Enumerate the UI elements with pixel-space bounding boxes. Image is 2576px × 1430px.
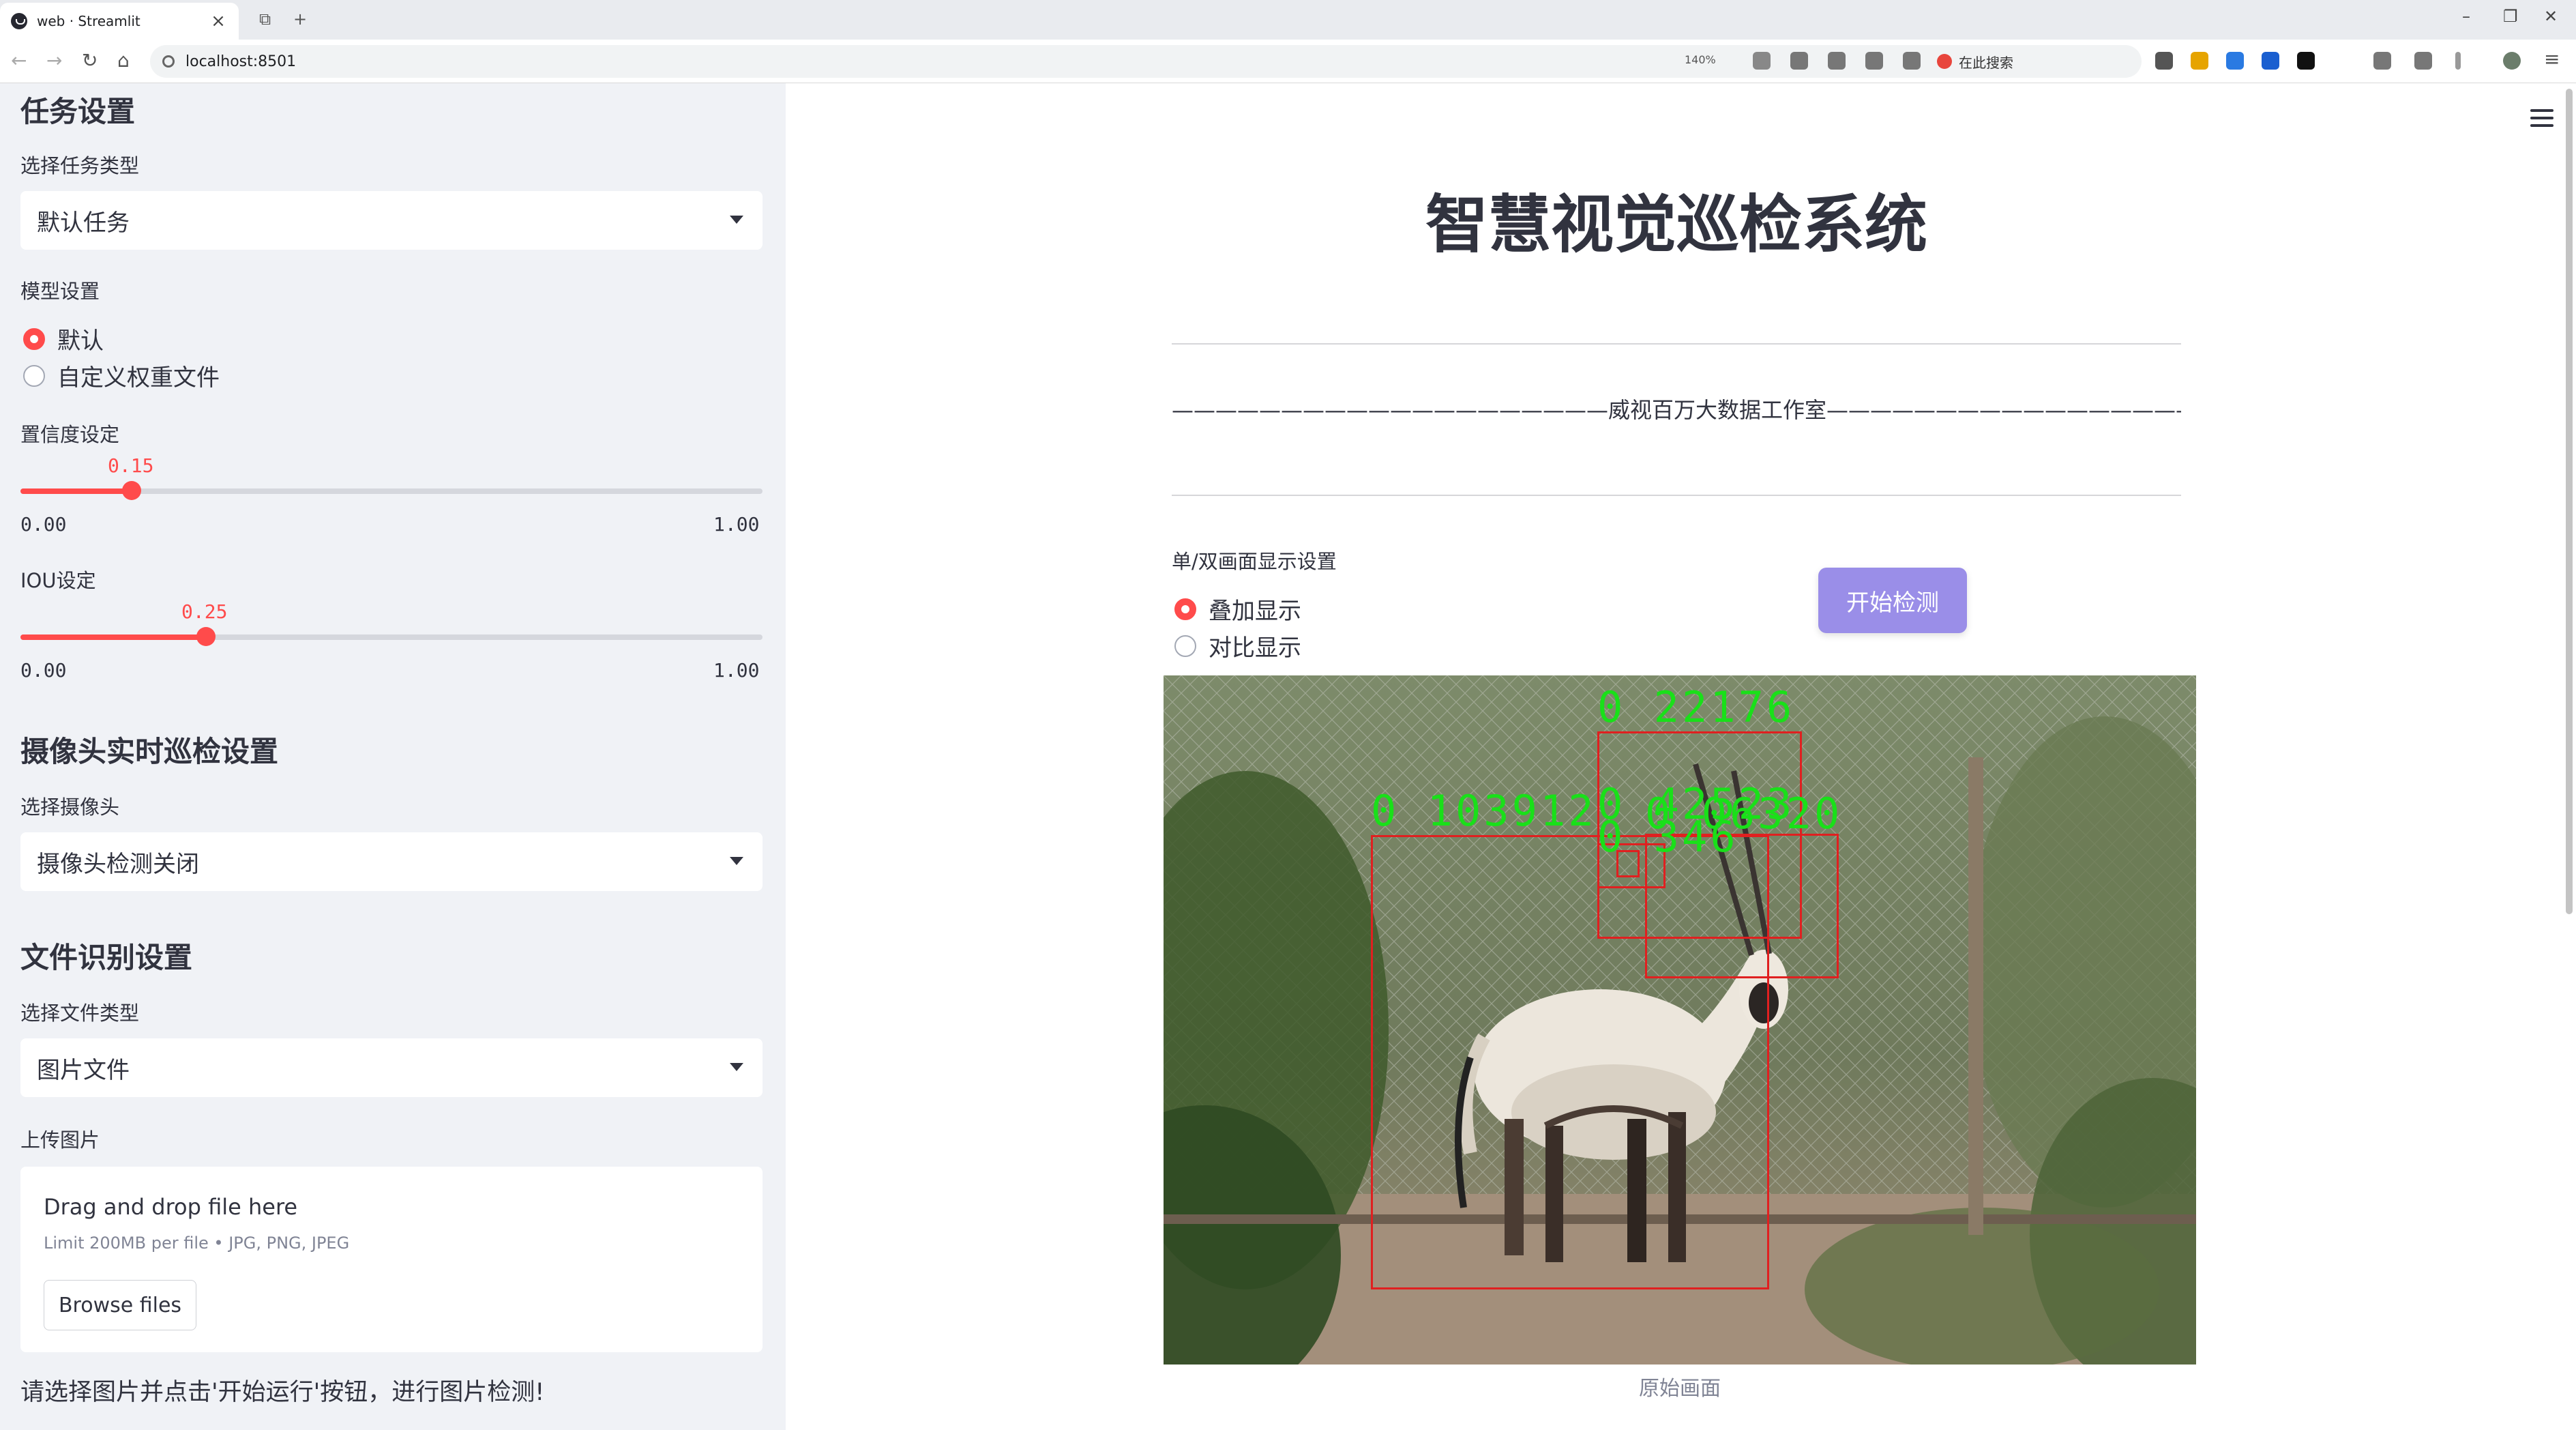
sidebar: 任务设置 选择任务类型 默认任务 模型设置 默认 自定义权重文件 置信度设定 0…	[0, 83, 786, 1430]
browser-tab-bar: web · Streamlit × ⧉ + – ❐ ✕	[0, 0, 2576, 40]
back-icon[interactable]: ←	[11, 49, 27, 72]
lightning-icon[interactable]	[1790, 52, 1808, 70]
radio-label: 默认	[57, 327, 104, 355]
download-icon[interactable]	[2373, 52, 2391, 70]
reader-icon[interactable]	[2155, 52, 2173, 70]
uploader-title: Drag and drop file here	[44, 1194, 298, 1220]
screenshot-icon[interactable]	[1828, 52, 1846, 70]
model-settings-label: 模型设置	[20, 280, 100, 303]
tab-group-icon[interactable]: ⧉	[259, 10, 271, 29]
browser-tab[interactable]: web · Streamlit ×	[0, 3, 239, 40]
start-detection-button[interactable]: 开始检测	[1818, 568, 1967, 633]
iou-slider-thumb[interactable]	[196, 627, 216, 646]
radio-unselected-icon	[23, 364, 45, 387]
streamlit-favicon-icon	[11, 13, 27, 29]
uploader-limit: Limit 200MB per file • JPG, PNG, JPEG	[44, 1234, 350, 1253]
detection-result-image: 0 22176 0 103912 0 42523 0 06320 0 346	[1164, 675, 2196, 1365]
radio-label: 对比显示	[1209, 634, 1301, 662]
restore-icon[interactable]: ❐	[2503, 7, 2518, 26]
search-engine-label: 在此搜索	[1959, 54, 2013, 71]
chevron-down-icon	[730, 1063, 743, 1071]
bookmark-star-icon[interactable]	[1903, 52, 1921, 70]
camera-select[interactable]: 摄像头检测关闭	[20, 832, 763, 891]
display-radio-overlay[interactable]: 叠加显示	[1174, 592, 1301, 626]
minimize-icon[interactable]: –	[2462, 7, 2470, 26]
extension-icon[interactable]	[2226, 52, 2244, 70]
radio-label: 叠加显示	[1209, 598, 1301, 625]
camera-label: 选择摄像头	[20, 796, 120, 819]
task-settings-heading: 任务设置	[20, 95, 136, 128]
extension-icon[interactable]	[2191, 52, 2208, 70]
file-settings-heading: 文件识别设置	[20, 941, 193, 974]
search-engine-box[interactable]: 在此搜索	[1937, 45, 2142, 78]
iou-min: 0.00	[20, 659, 67, 682]
confidence-slider-thumb[interactable]	[122, 481, 142, 500]
confidence-min: 0.00	[20, 513, 67, 536]
camera-value: 摄像头检测关闭	[37, 850, 199, 878]
close-window-icon[interactable]: ✕	[2544, 7, 2558, 26]
reload-icon[interactable]: ↻	[82, 49, 98, 72]
share-icon[interactable]	[1865, 52, 1883, 70]
extension-icon[interactable]	[2297, 52, 2315, 70]
radio-selected-icon	[1174, 598, 1196, 620]
hamburger-menu-icon[interactable]	[2530, 109, 2553, 127]
cut-icon[interactable]	[2414, 52, 2432, 70]
image-caption: 原始画面	[1639, 1377, 1721, 1401]
file-uploader-dropzone[interactable]: Drag and drop file here Limit 200MB per …	[20, 1167, 763, 1352]
iou-slider-fill	[20, 634, 206, 640]
model-radio-default[interactable]: 默认	[23, 322, 104, 355]
detection-label: 0 346	[1597, 812, 1738, 862]
iou-slider[interactable]	[20, 627, 763, 646]
file-type-value: 图片文件	[37, 1056, 130, 1084]
iou-max: 1.00	[713, 659, 760, 682]
scrollbar[interactable]	[2566, 89, 2573, 914]
confidence-label: 置信度设定	[20, 423, 120, 446]
divider	[1172, 495, 2181, 496]
page-title: 智慧视觉巡检系统	[1425, 188, 1927, 261]
home-icon[interactable]: ⌂	[117, 49, 130, 72]
tab-close-icon[interactable]: ×	[209, 11, 228, 31]
confidence-slider-fill	[20, 488, 132, 494]
radio-label: 自定义权重文件	[57, 364, 220, 392]
upload-label: 上传图片	[20, 1128, 100, 1152]
zoom-level[interactable]: 140%	[1685, 53, 1716, 66]
detection-label: 0 103912	[1371, 786, 1597, 836]
studio-banner: ————————————————————威视百万大数据工作室——————————…	[1172, 397, 2181, 423]
sidebar-hint: 请选择图片并点击'开始运行'按钮，进行图片检测!	[20, 1379, 545, 1406]
translate-icon[interactable]	[1753, 52, 1771, 70]
search-engine-logo-icon	[1937, 54, 1952, 69]
iou-value: 0.25	[181, 600, 228, 623]
divider	[1172, 343, 2181, 345]
detection-label: 0 22176	[1597, 682, 1795, 732]
camera-settings-heading: 摄像头实时巡检设置	[20, 735, 279, 768]
file-type-label: 选择文件类型	[20, 1002, 140, 1025]
display-settings-label: 单/双画面显示设置	[1172, 550, 1337, 573]
profile-avatar[interactable]	[2503, 52, 2521, 70]
browse-files-button[interactable]: Browse files	[44, 1280, 196, 1330]
address-bar: ← → ↻ ⌂ localhost:8501 140% 在此搜索 ≡	[0, 40, 2576, 83]
confidence-value: 0.15	[108, 454, 154, 477]
task-type-select[interactable]: 默认任务	[20, 191, 763, 250]
file-type-select[interactable]: 图片文件	[20, 1038, 763, 1097]
forward-icon[interactable]: →	[46, 49, 62, 72]
browser-menu-icon[interactable]: ≡	[2544, 48, 2560, 70]
new-tab-icon[interactable]: +	[293, 10, 307, 29]
extension-icon[interactable]	[2262, 52, 2279, 70]
iou-label: IOU设定	[20, 569, 96, 592]
radio-selected-icon	[23, 327, 45, 350]
chevron-down-icon	[730, 216, 743, 224]
radio-unselected-icon	[1174, 634, 1196, 657]
confidence-max: 1.00	[713, 513, 760, 536]
display-radio-compare[interactable]: 对比显示	[1174, 629, 1301, 662]
model-radio-custom[interactable]: 自定义权重文件	[23, 359, 220, 392]
chevron-down-icon	[730, 857, 743, 865]
task-type-value: 默认任务	[37, 209, 130, 237]
more-icon[interactable]	[2455, 52, 2461, 70]
tab-title: web · Streamlit	[37, 13, 140, 29]
confidence-slider[interactable]	[20, 481, 763, 500]
url-text: localhost:8501	[186, 53, 297, 70]
task-type-label: 选择任务类型	[20, 154, 140, 177]
search-icon	[162, 55, 175, 68]
